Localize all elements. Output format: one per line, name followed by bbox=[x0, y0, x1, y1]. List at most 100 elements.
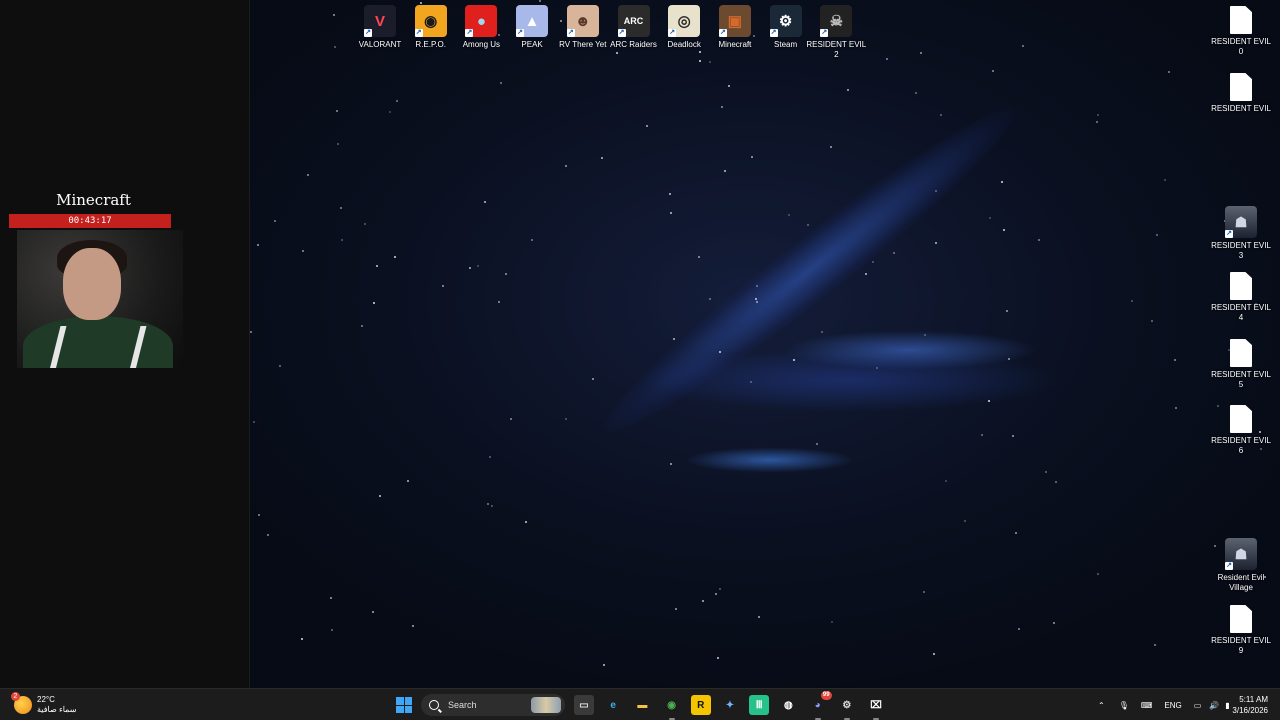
stream-overlay-panel: Minecraft 00:43:17 bbox=[0, 0, 250, 688]
wallpaper-star bbox=[510, 418, 512, 420]
volume-icon[interactable]: 🔊 bbox=[1209, 701, 1219, 710]
desktop-shortcut-resident-evil[interactable]: RESIDENT EVIL bbox=[1211, 73, 1271, 114]
wallpaper-star bbox=[412, 625, 414, 627]
wallpaper-star bbox=[525, 521, 527, 523]
wallpaper-star bbox=[337, 143, 339, 145]
wallpaper-star bbox=[1096, 121, 1098, 123]
taskbar-clock[interactable]: 5:11 AM 3/16/2026 bbox=[1232, 694, 1268, 716]
wallpaper-star bbox=[1164, 179, 1166, 181]
wallpaper-star bbox=[1174, 359, 1176, 361]
wallpaper-star bbox=[865, 273, 867, 275]
desktop-shortcut-resident-evil-9[interactable]: RESIDENT EVIL 9 bbox=[1211, 605, 1271, 656]
desktop-shortcut-resident-evil-village[interactable]: ☗ ↗ Resident Evil Village bbox=[1211, 538, 1271, 593]
microphone-icon[interactable]: 🎙 bbox=[1119, 701, 1129, 710]
desktop-shortcut-resident-evil-2[interactable]: ☠ ↗ RESIDENT EVIL 2 bbox=[806, 5, 866, 60]
minecraft-icon: ▣ ↗ bbox=[718, 5, 751, 37]
file-icon bbox=[1230, 6, 1252, 34]
folder-icon[interactable]: ▬ bbox=[632, 695, 653, 715]
desktop-icon-label: RESIDENT EVIL bbox=[1211, 104, 1271, 113]
clock-time: 5:11 AM bbox=[1239, 695, 1268, 704]
wallpaper-star bbox=[669, 193, 671, 195]
discord-icon[interactable]: ◕ 99 bbox=[807, 691, 832, 720]
weather-widget[interactable]: 2 22°C سماء صافية bbox=[11, 692, 77, 717]
shortcut-arrow-icon: ↗ bbox=[566, 29, 575, 37]
wallpaper-star bbox=[592, 378, 594, 380]
display-icon[interactable]: ▭ bbox=[1194, 701, 1202, 710]
wallpaper-star bbox=[816, 443, 818, 445]
wallpaper-star bbox=[334, 46, 336, 48]
wallpaper-star bbox=[1168, 71, 1170, 73]
desktop-icon-label: RESIDENT EVIL 6 bbox=[1211, 436, 1271, 455]
wallpaper-star bbox=[491, 505, 493, 507]
capcut-icon[interactable]: ⌧ bbox=[866, 695, 886, 720]
shortcut-arrow-icon: ↗ bbox=[1225, 562, 1233, 570]
wallpaper-star bbox=[477, 265, 479, 267]
wallpaper-star bbox=[257, 244, 259, 246]
battery-icon[interactable]: ▮ bbox=[1225, 701, 1229, 710]
wallpaper-star bbox=[1097, 573, 1099, 575]
desktop-shortcut-resident-evil-0[interactable]: RESIDENT EVIL 0 bbox=[1211, 6, 1271, 57]
rockstar-icon[interactable]: R bbox=[690, 695, 711, 715]
keyboard-icon[interactable]: ⌨ bbox=[1141, 701, 1153, 710]
repo-icon: ◉ ↗ bbox=[414, 5, 447, 37]
wallpaper-star bbox=[1006, 310, 1008, 312]
wallpaper-star bbox=[274, 220, 276, 222]
file-icon bbox=[1230, 605, 1252, 633]
wallpaper-star bbox=[935, 242, 937, 244]
wallpaper-star bbox=[361, 325, 363, 327]
wallpaper-star bbox=[333, 14, 335, 16]
wallpaper-star bbox=[565, 165, 567, 167]
edge-icon[interactable]: e bbox=[603, 695, 624, 715]
discord-notification-badge: 99 bbox=[820, 691, 832, 700]
desktop-icon-label: RESIDENT EVIL 2 bbox=[806, 40, 867, 59]
wallpaper-star bbox=[940, 114, 942, 116]
wallpaper-star bbox=[935, 190, 937, 192]
wallpaper-star bbox=[847, 89, 849, 91]
audio-app-icon[interactable]: Ⅲ bbox=[749, 695, 770, 715]
wallpaper-star bbox=[721, 106, 723, 108]
wallpaper-star bbox=[420, 2, 422, 4]
deadlock-icon: ◎ ↗ bbox=[668, 5, 701, 37]
wallpaper-star bbox=[565, 418, 567, 420]
wallpaper-star bbox=[876, 367, 878, 369]
wallpaper-star bbox=[442, 285, 444, 287]
wallpaper-star bbox=[331, 629, 333, 631]
weather-description: سماء صافية bbox=[37, 705, 77, 714]
desktop-shortcut-resident-evil-3[interactable]: ☗ ↗ RESIDENT EVIL 3 bbox=[1211, 206, 1271, 261]
copilot-icon[interactable]: ✦ bbox=[720, 695, 740, 715]
settings-icon[interactable]: ⚙ bbox=[836, 695, 857, 720]
clock-date: 3/16/2026 bbox=[1232, 706, 1268, 715]
file-manager-icon[interactable]: ▭ bbox=[574, 695, 594, 715]
desktop-shortcut-resident-evil-6[interactable]: RESIDENT EVIL 6 bbox=[1211, 405, 1271, 456]
desktop-icon-label: RESIDENT EVIL 4 bbox=[1211, 303, 1271, 322]
desktop-shortcut-resident-evil-5[interactable]: RESIDENT EVIL 5 bbox=[1211, 339, 1271, 390]
chrome-icon[interactable]: ◉ bbox=[661, 695, 682, 720]
desktop-wallpaper[interactable] bbox=[250, 0, 1280, 688]
wallpaper-star bbox=[301, 638, 303, 640]
wallpaper-star bbox=[751, 156, 753, 158]
wallpaper-star bbox=[1003, 229, 1005, 231]
wallpaper-star bbox=[989, 217, 991, 219]
start-button[interactable] bbox=[396, 697, 412, 713]
wallpaper-star bbox=[379, 495, 381, 497]
wallpaper-star bbox=[924, 334, 926, 336]
wallpaper-star bbox=[1131, 300, 1133, 302]
rv-there-yet-icon: ☻ ↗ bbox=[566, 5, 599, 37]
wallpaper-star bbox=[394, 256, 396, 258]
shortcut-arrow-icon: ↗ bbox=[769, 29, 778, 37]
wallpaper-star bbox=[923, 591, 925, 593]
desktop-icon-label: RESIDENT EVIL 9 bbox=[1211, 636, 1271, 655]
obs-icon[interactable]: ◍ bbox=[778, 695, 799, 715]
taskbar-search[interactable]: Search bbox=[421, 694, 565, 716]
wallpaper-star bbox=[964, 520, 966, 522]
show-hidden-icons-chevron-icon[interactable]: ⌃ bbox=[1098, 701, 1105, 710]
wallpaper-star bbox=[330, 597, 332, 599]
desktop-icon-label: RESIDENT EVIL 5 bbox=[1211, 370, 1271, 389]
desktop-icon-label: RESIDENT EVIL 3 bbox=[1211, 241, 1271, 260]
wallpaper-star bbox=[250, 331, 252, 333]
wallpaper-star bbox=[872, 261, 874, 263]
search-icon bbox=[429, 700, 439, 710]
desktop-shortcut-resident-evil-4[interactable]: RESIDENT EVIL 4 bbox=[1211, 272, 1271, 323]
wallpaper-star bbox=[1053, 622, 1055, 624]
language-indicator[interactable]: ENG bbox=[1164, 701, 1181, 710]
